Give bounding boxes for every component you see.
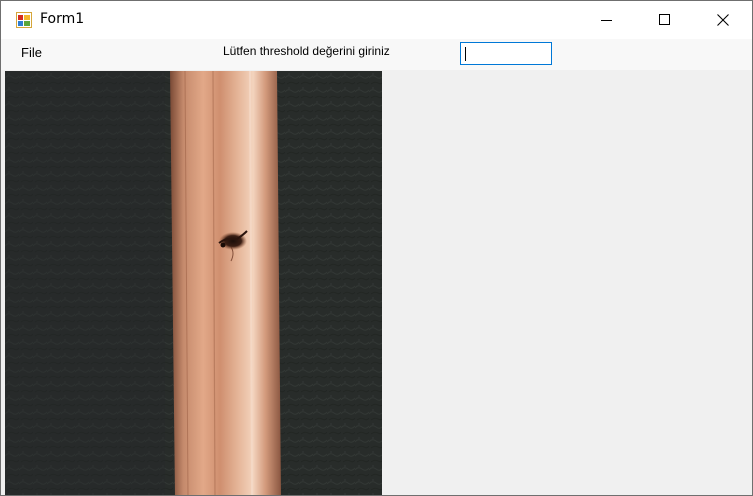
maximize-button[interactable]	[635, 1, 695, 39]
picture-box	[5, 71, 382, 495]
threshold-input[interactable]	[460, 42, 552, 65]
close-button[interactable]	[693, 1, 752, 39]
copper-pipe-photo	[5, 71, 382, 495]
text-caret	[465, 47, 466, 61]
minimize-button[interactable]	[577, 1, 637, 39]
threshold-prompt-label: Lütfen threshold değerini giriniz	[223, 44, 390, 58]
main-window: Form1 File Lütfen threshold değerini gir…	[0, 0, 753, 496]
menu-file[interactable]: File	[9, 43, 54, 62]
close-icon	[717, 14, 729, 26]
app-form-icon	[16, 12, 32, 28]
minimize-icon	[601, 20, 612, 21]
window-title: Form1	[40, 11, 85, 27]
maximize-icon	[659, 14, 670, 25]
title-bar[interactable]: Form1	[1, 1, 752, 39]
